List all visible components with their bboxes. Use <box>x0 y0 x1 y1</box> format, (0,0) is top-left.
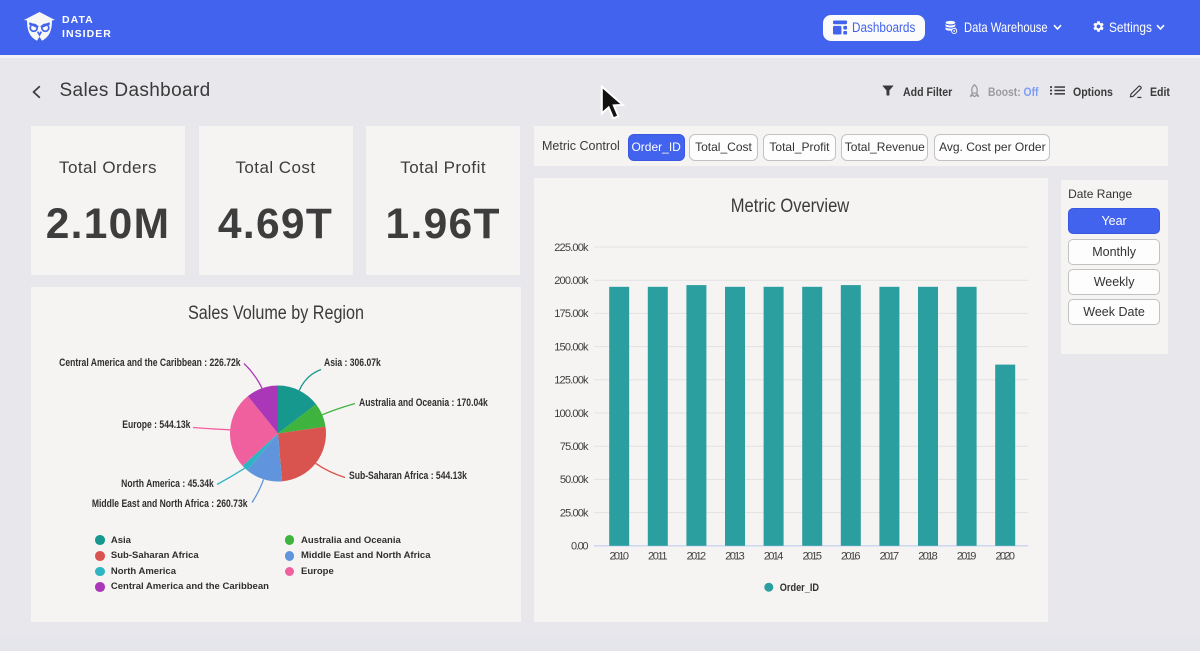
svg-text:0.00: 0.00 <box>571 541 589 553</box>
svg-text:2019: 2019 <box>957 551 977 563</box>
svg-text:2013: 2013 <box>725 551 745 563</box>
svg-text:150.00k: 150.00k <box>554 341 589 353</box>
svg-text:2015: 2015 <box>802 551 822 563</box>
svg-text:125.00k: 125.00k <box>554 375 589 387</box>
svg-text:Order_ID: Order_ID <box>780 582 819 594</box>
svg-text:50.00k: 50.00k <box>560 474 589 486</box>
svg-text:2012: 2012 <box>687 551 707 563</box>
svg-text:2018: 2018 <box>918 551 938 563</box>
svg-text:2017: 2017 <box>880 551 900 563</box>
svg-text:75.00k: 75.00k <box>560 441 589 453</box>
svg-text:25.00k: 25.00k <box>560 507 589 519</box>
svg-text:200.00k: 200.00k <box>554 275 589 287</box>
svg-text:2010: 2010 <box>609 551 629 563</box>
svg-text:2014: 2014 <box>764 551 784 563</box>
svg-text:2020: 2020 <box>995 551 1015 563</box>
svg-text:100.00k: 100.00k <box>554 408 589 420</box>
svg-text:225.00k: 225.00k <box>554 242 589 254</box>
svg-text:2016: 2016 <box>841 551 861 563</box>
svg-text:175.00k: 175.00k <box>554 308 589 320</box>
svg-text:2011: 2011 <box>648 551 668 563</box>
